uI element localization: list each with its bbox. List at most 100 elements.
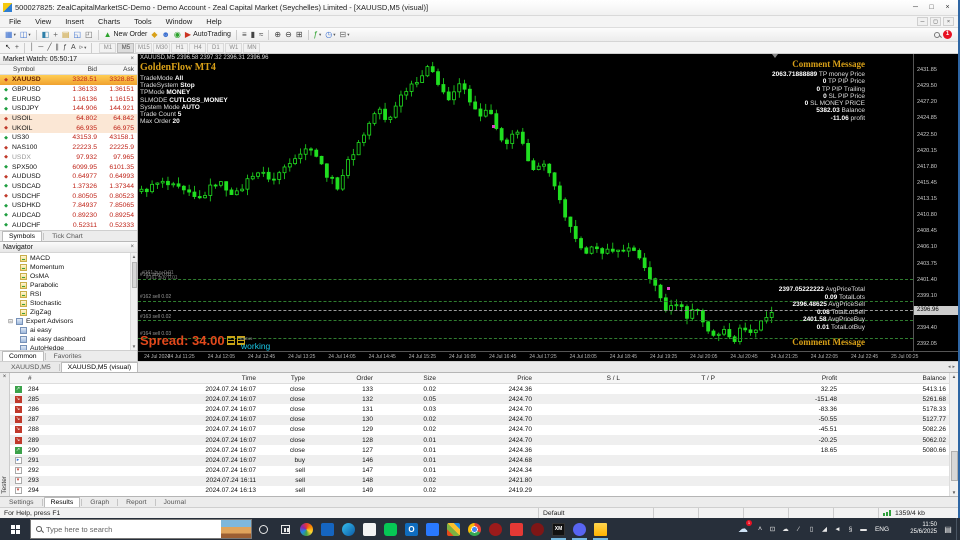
minimize-button[interactable]: ─ <box>908 2 923 13</box>
language-indicator[interactable]: ENG <box>870 518 894 540</box>
cursor-tool[interactable]: ↖ <box>3 42 13 54</box>
tab-tick-chart[interactable]: Tick Chart <box>45 231 90 241</box>
tester-tab-journal[interactable]: Journal <box>157 497 193 507</box>
column-header-symbol[interactable]: Symbol <box>0 66 57 73</box>
column-header-profit[interactable]: Profit <box>715 375 837 382</box>
chrome-icon[interactable] <box>464 518 485 540</box>
tab-favorites[interactable]: Favorites <box>47 351 89 361</box>
trendline-tool[interactable]: ╱ <box>45 42 53 54</box>
tab-scroll-left-icon[interactable]: ◂ <box>948 364 951 370</box>
xm-icon[interactable]: XM <box>548 518 569 540</box>
chart-restore-button[interactable]: ◻ <box>930 17 941 26</box>
table-row[interactable]: ↘ 285 2024.07.24 16:07 close 132 0.05 2424.70 -… <box>10 394 949 405</box>
zoom-in-button[interactable]: ⊕ <box>272 29 283 41</box>
vertical-line-tool[interactable]: │ <box>28 42 36 54</box>
timeframe-h4[interactable]: H4 <box>189 42 207 53</box>
navigator-item-ai-easy[interactable]: ai easy <box>0 326 137 335</box>
column-header-price[interactable]: Price <box>436 375 532 382</box>
show-desktop-button[interactable] <box>956 518 960 540</box>
link-icon[interactable]: § <box>844 518 857 540</box>
timeframe-mn[interactable]: MN <box>243 42 261 53</box>
table-row[interactable]: ↘ 289 2024.07.24 16:07 close 128 0.01 2424.70 -… <box>10 434 949 446</box>
help-globe-button[interactable]: ◉ <box>172 29 183 41</box>
maximize-button[interactable]: □ <box>924 2 939 13</box>
table-row[interactable]: ↘ 288 2024.07.24 16:07 close 129 0.02 2424.70 -… <box>10 425 949 435</box>
timeframe-m1[interactable]: M1 <box>99 42 117 53</box>
tester-tab-results[interactable]: Results <box>43 497 81 507</box>
menu-file[interactable]: File <box>2 17 28 26</box>
new-chart-button[interactable]: ▦ ▾ <box>3 29 18 41</box>
chart-plot[interactable]: XAUUSD,M5 2396.58 2397.32 2396.31 2396.9… <box>138 54 913 351</box>
navigator-group-expert-advisors[interactable]: ⊟ Expert Advisors <box>0 317 137 326</box>
timeframe-m15[interactable]: M15 <box>135 42 153 53</box>
office-icon[interactable] <box>443 518 464 540</box>
scroll-down-icon[interactable]: ▼ <box>132 343 136 350</box>
discord-icon[interactable] <box>569 518 590 540</box>
line-chart-button[interactable]: ≈ <box>257 29 265 41</box>
timeframe-d1[interactable]: D1 <box>207 42 225 53</box>
market-watch-row[interactable]: ◆ USDHKD 7.84937 7.85065 <box>0 201 137 211</box>
red-app-icon[interactable] <box>506 518 527 540</box>
zoom-out-button[interactable]: ⊖ <box>283 29 294 41</box>
text-tool[interactable]: A <box>69 42 78 54</box>
table-row[interactable]: ▸ 291 2024.07.24 16:07 buy 146 0.01 2424.68 <box>10 455 949 466</box>
notification-badge[interactable]: 1 <box>943 30 952 39</box>
menu-charts[interactable]: Charts <box>91 17 127 26</box>
time-axis[interactable]: 24 Jul 2024 24 Jul 11:25 24 Jul 12:05 24 Ju… <box>138 351 958 361</box>
market-watch-row[interactable]: ◆ UKOIL 66.935 66.975 <box>0 123 137 134</box>
cortana-button[interactable] <box>252 518 274 540</box>
market-watch-close-icon[interactable]: × <box>130 56 134 62</box>
keyboard-icon[interactable]: ▬ <box>857 518 870 540</box>
table-row[interactable]: ↗ 284 2024.07.24 16:07 close 133 0.02 2424.36 3… <box>10 384 949 394</box>
chart-tab-xauusd-m5-visual[interactable]: XAUUSD,M5 (visual) <box>60 362 139 372</box>
market-watch-row[interactable]: ◆ USDX 97.932 97.965 <box>0 153 137 163</box>
scroll-up-icon[interactable]: ▲ <box>952 373 956 380</box>
edge-icon[interactable] <box>338 518 359 540</box>
timeframe-h1[interactable]: H1 <box>171 42 189 53</box>
navigator-item-zigzag[interactable]: ZigZag <box>0 308 137 317</box>
task-view-button[interactable] <box>274 518 296 540</box>
tile-windows-button[interactable]: ⊞ <box>294 29 305 41</box>
market-watch-row[interactable]: ◆ USDJPY 144.906 144.921 <box>0 104 137 114</box>
timeframe-m30[interactable]: M30 <box>153 42 171 53</box>
table-row[interactable]: ▾ 294 2024.07.24 16:13 sell 149 0.02 2419.29 <box>10 486 949 496</box>
market-watch-row[interactable]: ◆ AUDUSD 0.64977 0.64993 <box>0 172 137 182</box>
tester-tab-graph[interactable]: Graph <box>83 497 116 507</box>
fibonacci-tool[interactable]: ƒ <box>61 42 69 54</box>
start-button[interactable] <box>0 518 30 540</box>
menu-insert[interactable]: Insert <box>58 17 91 26</box>
navigator-item-stochastic[interactable]: Stochastic <box>0 299 137 308</box>
results-scrollbar[interactable]: ▲ ▼ <box>949 373 958 496</box>
blue-pc-icon[interactable] <box>317 518 338 540</box>
new-order-button[interactable]: ▲ New Order <box>102 29 150 41</box>
scroll-up-icon[interactable]: ▲ <box>132 253 136 260</box>
market-watch-toggle[interactable]: ◧ <box>40 29 52 41</box>
table-row[interactable]: ↘ 287 2024.07.24 16:07 close 130 0.02 2424.70 -… <box>10 414 949 425</box>
chart-tab-xauusd-m5[interactable]: XAUUSD,M5 <box>4 362 58 372</box>
table-row[interactable]: ▾ 293 2024.07.24 16:11 sell 148 0.02 2421.80 <box>10 475 949 486</box>
taskbar-clock[interactable]: 11:50 25/6/2025 <box>894 518 940 540</box>
market-watch-row[interactable]: ◆ AUDCAD 0.89230 0.89254 <box>0 211 137 221</box>
autotrading-button[interactable]: ▶ AutoTrading <box>183 29 233 41</box>
navigator-scrollbar[interactable]: ▲ ▼ <box>130 253 137 350</box>
column-header-[interactable]: # <box>26 375 60 382</box>
navigator-item-ai-easy-dashboard[interactable]: ai easy dashboard <box>0 335 137 344</box>
indicators-button[interactable]: ƒ ▾ <box>312 29 324 41</box>
price-axis[interactable]: 2396.96 2431.85 2429.50 2427.20 2424.85 2422… <box>913 54 958 351</box>
navigator-toggle[interactable]: ▤ <box>60 29 72 41</box>
market-watch-row[interactable]: ◆ NAS100 22223.5 22225.9 <box>0 143 137 153</box>
column-header-s-l[interactable]: S / L <box>532 375 620 382</box>
menu-help[interactable]: Help <box>199 17 228 26</box>
profiles-button[interactable]: ◫ ▾ <box>18 29 33 41</box>
table-row[interactable]: ↗ 290 2024.07.24 16:07 close 127 0.01 2424.36 1… <box>10 445 949 455</box>
news-weather-button[interactable]: ☁ 1 <box>732 518 754 540</box>
market-watch-row[interactable]: ◆ EURUSD 1.16136 1.16151 <box>0 94 137 104</box>
horizontal-line-tool[interactable]: ─ <box>36 42 45 54</box>
pen-icon[interactable]: ∕ <box>792 518 805 540</box>
opera-icon[interactable] <box>485 518 506 540</box>
show-hidden-icons-button[interactable]: ˄ <box>754 518 766 540</box>
tablet-mode-icon[interactable]: ⊡ <box>766 518 779 540</box>
line-icon[interactable] <box>380 518 401 540</box>
menu-tools[interactable]: Tools <box>127 17 159 26</box>
color-wheel-icon[interactable] <box>296 518 317 540</box>
